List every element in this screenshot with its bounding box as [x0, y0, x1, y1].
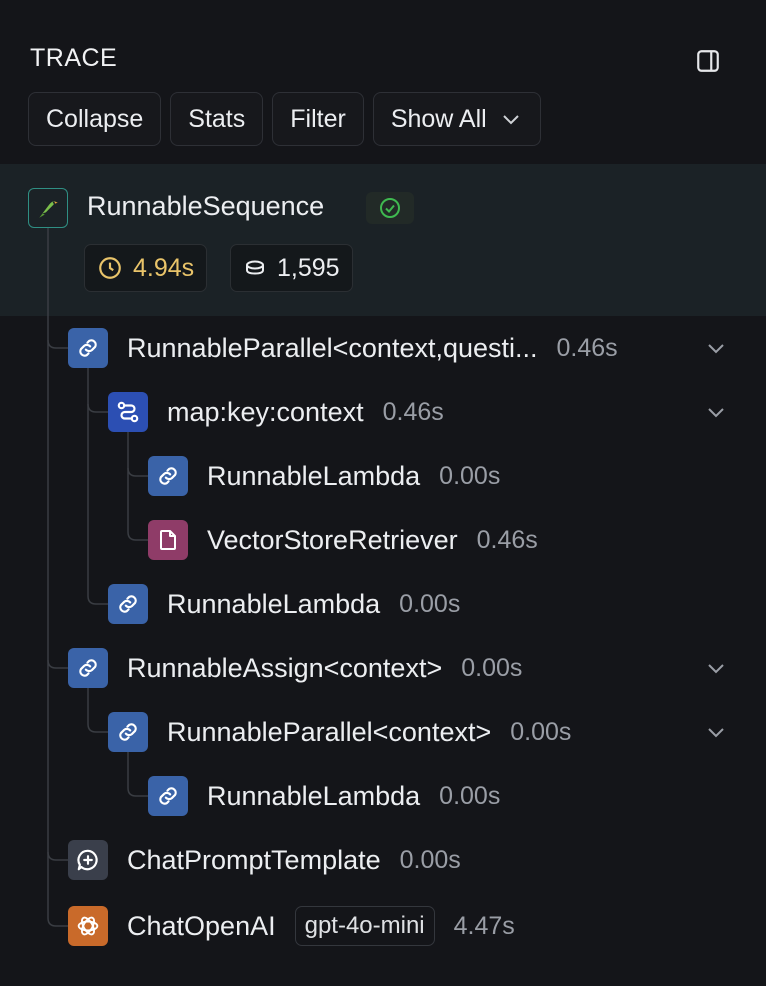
run-node-name: RunnableParallel<context> — [167, 716, 492, 747]
run-node-name: VectorStoreRetriever — [207, 524, 458, 555]
run-node-duration: 0.46s — [382, 397, 444, 426]
run-node-duration: 0.46s — [476, 525, 538, 554]
run-node[interactable]: RunnableParallel<context> 0.00s — [108, 712, 571, 752]
run-node-duration: 0.00s — [399, 845, 461, 874]
run-node[interactable]: map:key:context 0.46s — [108, 392, 444, 432]
run-node-duration: 0.00s — [461, 653, 523, 682]
run-node[interactable]: RunnableParallel<context,questi... 0.46s — [68, 328, 618, 368]
run-node-name: RunnableLambda — [167, 588, 381, 619]
run-node-name: map:key:context — [167, 396, 364, 427]
run-node[interactable]: ChatPromptTemplate 0.00s — [68, 840, 461, 880]
run-node[interactable]: ChatOpenAI gpt-4o-mini 4.47s — [68, 906, 515, 946]
run-node-name: ChatOpenAI — [127, 910, 276, 941]
root-run-name[interactable]: RunnableSequence — [87, 191, 324, 222]
run-node-name: RunnableAssign<context> — [127, 652, 443, 683]
link-icon — [108, 584, 148, 624]
chevron-down-icon — [708, 408, 724, 418]
run-node[interactable]: RunnableAssign<context> 0.00s — [68, 648, 522, 688]
chat-plus-icon — [68, 840, 108, 880]
document-icon — [148, 520, 188, 560]
link-icon — [68, 328, 108, 368]
expand-toggle[interactable] — [702, 718, 730, 746]
token-count-value: 1,595 — [277, 253, 340, 282]
link-icon — [68, 648, 108, 688]
run-node-duration: 0.00s — [439, 781, 501, 810]
check-circle-icon — [380, 198, 400, 218]
chevron-down-icon — [708, 664, 724, 674]
model-badge: gpt-4o-mini — [294, 906, 435, 946]
run-node-name: RunnableLambda — [207, 780, 421, 811]
run-node-duration: 0.46s — [556, 333, 618, 362]
parrot-icon — [28, 188, 68, 228]
run-node[interactable]: RunnableLambda 0.00s — [148, 776, 500, 816]
link-icon — [148, 776, 188, 816]
run-node-duration: 0.00s — [399, 589, 461, 618]
run-node-name: RunnableParallel<context,questi... — [127, 332, 538, 363]
latency-badge: 4.94s — [84, 244, 208, 292]
run-node-duration: 4.47s — [453, 911, 515, 940]
clock-icon — [99, 257, 121, 279]
link-icon — [108, 712, 148, 752]
route-icon — [108, 392, 148, 432]
expand-toggle[interactable] — [702, 654, 730, 682]
run-node[interactable]: RunnableLambda 0.00s — [108, 584, 460, 624]
run-node[interactable]: RunnableLambda 0.00s — [148, 456, 500, 496]
chevron-down-icon — [708, 344, 724, 354]
run-node-duration: 0.00s — [439, 461, 501, 490]
coins-icon — [246, 260, 264, 275]
run-node-duration: 0.00s — [510, 717, 572, 746]
run-node[interactable]: VectorStoreRetriever 0.46s — [148, 520, 538, 560]
latency-value: 4.94s — [133, 253, 195, 282]
token-count-badge: 1,595 — [230, 244, 353, 292]
expand-toggle[interactable] — [702, 334, 730, 362]
openai-icon — [68, 906, 108, 946]
status-badge — [366, 192, 414, 224]
run-node-name: RunnableLambda — [207, 460, 421, 491]
link-icon — [148, 456, 188, 496]
expand-toggle[interactable] — [702, 398, 730, 426]
run-node-name: ChatPromptTemplate — [127, 844, 381, 875]
chevron-down-icon — [708, 728, 724, 738]
